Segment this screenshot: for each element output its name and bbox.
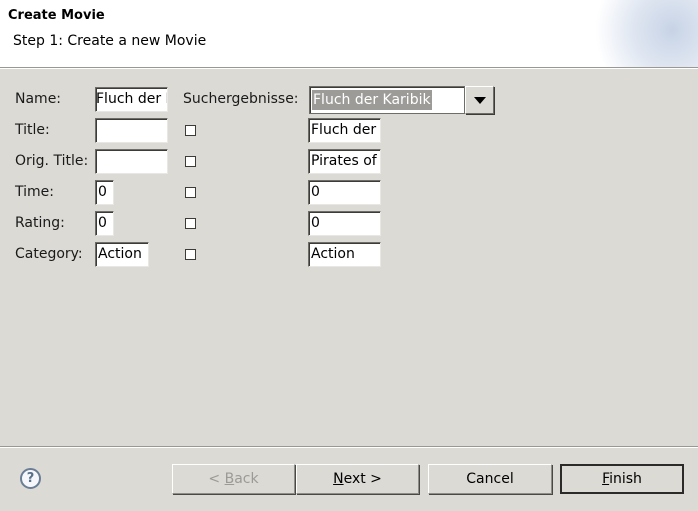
next-button-label: ext > (343, 471, 382, 487)
cancel-button[interactable]: Cancel (428, 464, 552, 494)
search-results-selected: Fluch der Karibik (312, 90, 432, 110)
orig-title-checkbox[interactable] (185, 156, 196, 167)
wizard-header: Create Movie Step 1: Create a new Movie (0, 0, 698, 67)
category-input[interactable]: Action (95, 242, 149, 267)
help-icon[interactable]: ? (20, 468, 41, 489)
back-button-mnemonic: B (224, 471, 235, 487)
combo-dropdown-button[interactable] (465, 86, 494, 114)
wizard-title: Create Movie (8, 8, 105, 23)
chevron-down-icon (474, 97, 486, 104)
wizard-subtitle: Step 1: Create a new Movie (13, 33, 207, 49)
next-button[interactable]: Next > (296, 464, 419, 494)
orig-title-input[interactable] (95, 149, 168, 174)
rating-result-field[interactable]: 0 (308, 211, 381, 236)
title-checkbox[interactable] (185, 125, 196, 136)
orig-title-result-field[interactable]: Pirates of the Caribbean (308, 149, 381, 174)
category-label: Category: (15, 246, 83, 262)
back-button-label: ack (234, 471, 259, 487)
time-label: Time: (15, 184, 54, 200)
category-checkbox[interactable] (185, 249, 196, 260)
search-results-combo-text[interactable]: Fluch der Karibik (309, 86, 465, 114)
footer-divider-highlight (0, 447, 698, 448)
search-results-combo[interactable]: Fluch der Karibik (309, 86, 495, 114)
category-result-field[interactable]: Action (308, 242, 381, 267)
name-label: Name: (15, 91, 62, 107)
search-results-label: Suchergebnisse: (183, 91, 299, 107)
header-divider-highlight (0, 68, 698, 69)
name-input[interactable]: Fluch der Karibik (95, 87, 168, 112)
title-label: Title: (15, 122, 50, 138)
header-banner-graphic (588, 0, 698, 67)
next-button-mnemonic: N (333, 471, 344, 487)
rating-label: Rating: (15, 215, 65, 231)
title-result-field[interactable]: Fluch der Karibik (308, 118, 381, 143)
title-input[interactable] (95, 118, 168, 143)
finish-button[interactable]: Finish (560, 464, 684, 494)
rating-checkbox[interactable] (185, 218, 196, 229)
time-input[interactable]: 0 (95, 180, 114, 205)
back-button-prefix: < (208, 471, 225, 487)
time-result-field[interactable]: 0 (308, 180, 381, 205)
finish-button-label: inish (609, 471, 642, 487)
orig-title-label: Orig. Title: (15, 153, 89, 169)
rating-input[interactable]: 0 (95, 211, 114, 236)
time-checkbox[interactable] (185, 187, 196, 198)
back-button[interactable]: < Back (172, 464, 295, 494)
